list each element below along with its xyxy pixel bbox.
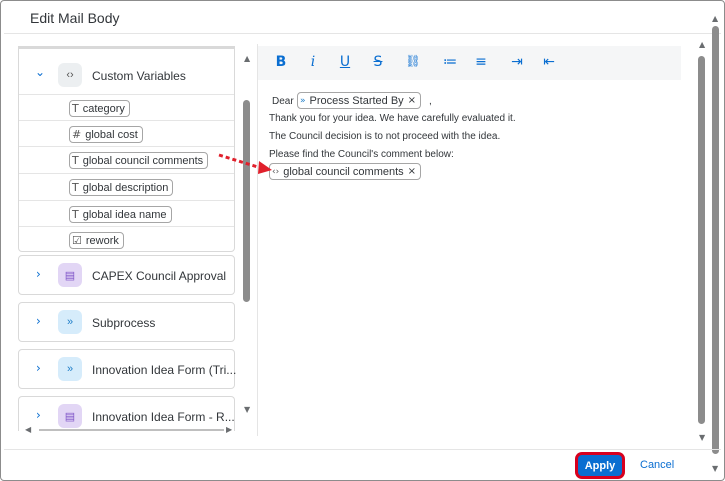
scroll-down-icon[interactable]: ▼ bbox=[244, 405, 250, 414]
custom-variables-header[interactable]: ⌄ ‹› Custom Variables bbox=[19, 49, 234, 95]
chevron-down-icon[interactable]: ⌄ bbox=[35, 65, 45, 79]
process-icon: » bbox=[58, 310, 82, 334]
source-item-innovation-form[interactable]: › ▤ Innovation Idea Form - R... bbox=[18, 396, 235, 431]
item-label: Subprocess bbox=[92, 316, 156, 330]
process-icon: » bbox=[58, 357, 82, 381]
editor-text-dear: Dear bbox=[272, 96, 294, 107]
variable-label: global cost bbox=[85, 128, 138, 141]
close-icon[interactable]: × bbox=[408, 95, 416, 106]
variable-chip[interactable]: T global description bbox=[69, 179, 174, 196]
editor-toolbar: B i U S ⛓ ≔ ≡ ⇥ ⇤ bbox=[258, 46, 681, 80]
variable-label: global description bbox=[82, 181, 169, 194]
process-variable-token[interactable]: » Process Started By × bbox=[297, 92, 422, 109]
custom-variables-group: ⌄ ‹› Custom Variables T category # globa… bbox=[18, 48, 235, 252]
checkbox-type-icon: ☑ bbox=[72, 234, 82, 247]
strikethrough-button[interactable]: S bbox=[369, 54, 387, 70]
editor-text-comma: , bbox=[429, 96, 432, 107]
scroll-up-icon[interactable]: ▲ bbox=[712, 14, 718, 23]
comment-variable-token[interactable]: ‹› global council comments × bbox=[269, 163, 422, 180]
text-type-icon: T bbox=[72, 154, 79, 167]
footer-divider bbox=[4, 449, 721, 450]
close-icon[interactable]: × bbox=[408, 166, 416, 177]
drag-indicator-arrow bbox=[218, 153, 272, 174]
scroll-down-icon[interactable]: ▼ bbox=[712, 464, 718, 473]
source-item-capex[interactable]: › ▤ CAPEX Council Approval bbox=[18, 255, 235, 295]
bold-button[interactable]: B bbox=[272, 54, 290, 70]
underline-button[interactable]: U bbox=[336, 54, 354, 70]
process-icon: » bbox=[300, 95, 306, 106]
code-brackets-icon: ‹› bbox=[58, 63, 82, 87]
source-item-innovation-trigger[interactable]: › » Innovation Idea Form (Tri... bbox=[18, 349, 237, 389]
link-button[interactable]: ⛓ bbox=[404, 54, 422, 68]
chevron-right-icon[interactable]: › bbox=[36, 408, 41, 422]
number-type-icon: # bbox=[72, 128, 82, 141]
group-label: Custom Variables bbox=[92, 69, 186, 83]
variable-row[interactable]: # global cost bbox=[19, 120, 234, 147]
variable-chip[interactable]: T global council comments bbox=[69, 152, 209, 169]
text-type-icon: T bbox=[72, 208, 79, 221]
form-icon: ▤ bbox=[58, 404, 82, 428]
variable-chip[interactable]: T global idea name bbox=[69, 206, 172, 223]
cancel-button[interactable]: Cancel bbox=[640, 459, 674, 471]
variable-row[interactable]: T category bbox=[19, 94, 234, 121]
variable-chip[interactable]: ☑ rework bbox=[69, 232, 124, 249]
indent-button[interactable]: ⇥ bbox=[508, 54, 526, 70]
scroll-up-icon[interactable]: ▲ bbox=[244, 54, 250, 63]
variable-row[interactable]: ☑ rework bbox=[19, 226, 234, 253]
item-label: Innovation Idea Form - R... bbox=[92, 410, 235, 424]
chevron-right-icon[interactable]: › bbox=[36, 267, 41, 281]
item-label: CAPEX Council Approval bbox=[92, 269, 227, 283]
variable-label: rework bbox=[85, 234, 119, 247]
variable-chip[interactable]: # global cost bbox=[69, 126, 143, 143]
variable-row[interactable]: T global council comments bbox=[19, 146, 234, 173]
item-label: Innovation Idea Form (Tri... bbox=[92, 363, 237, 377]
editor-line: Please find the Council's comment below: bbox=[269, 149, 454, 160]
bullet-list-button[interactable]: ≡ bbox=[472, 54, 490, 70]
variable-row[interactable]: T global idea name bbox=[19, 200, 234, 227]
header-divider bbox=[4, 33, 721, 34]
variable-label: global council comments bbox=[82, 154, 204, 167]
form-icon: ▤ bbox=[58, 263, 82, 287]
chevron-right-icon[interactable]: › bbox=[36, 361, 41, 375]
ordered-list-button[interactable]: ≔ bbox=[441, 54, 459, 70]
editor-line: The Council decision is to not proceed w… bbox=[269, 131, 501, 142]
variable-row[interactable]: T global description bbox=[19, 173, 234, 200]
chevron-right-icon[interactable]: › bbox=[36, 314, 41, 328]
variable-chip[interactable]: T category bbox=[69, 100, 130, 117]
outdent-button[interactable]: ⇤ bbox=[540, 54, 558, 70]
italic-button[interactable]: i bbox=[304, 54, 322, 70]
editor-line: Thank you for your idea. We have careful… bbox=[269, 113, 516, 124]
variable-label: global idea name bbox=[82, 208, 167, 221]
source-item-subprocess[interactable]: › » Subprocess bbox=[18, 302, 235, 342]
scroll-down-icon[interactable]: ▼ bbox=[699, 433, 705, 442]
text-type-icon: T bbox=[72, 102, 79, 115]
left-scrollbar-thumb[interactable] bbox=[243, 100, 250, 302]
dialog-scrollbar-thumb[interactable] bbox=[712, 26, 719, 454]
apply-button[interactable]: Apply bbox=[578, 455, 622, 476]
variables-panel: ⌄ ‹› Custom Variables T category # globa… bbox=[4, 44, 258, 436]
variable-label: category bbox=[82, 102, 125, 115]
scroll-up-icon[interactable]: ▲ bbox=[699, 40, 705, 49]
left-hscrollbar-thumb[interactable] bbox=[39, 429, 224, 431]
scroll-right-icon[interactable]: ▶ bbox=[226, 425, 232, 434]
token-label: global council comments bbox=[283, 165, 404, 178]
dialog-title: Edit Mail Body bbox=[30, 10, 120, 26]
editor-scrollbar-thumb[interactable] bbox=[698, 56, 705, 424]
text-type-icon: T bbox=[72, 181, 79, 194]
token-label: Process Started By bbox=[309, 94, 404, 107]
scroll-left-icon[interactable]: ◀ bbox=[25, 425, 31, 434]
